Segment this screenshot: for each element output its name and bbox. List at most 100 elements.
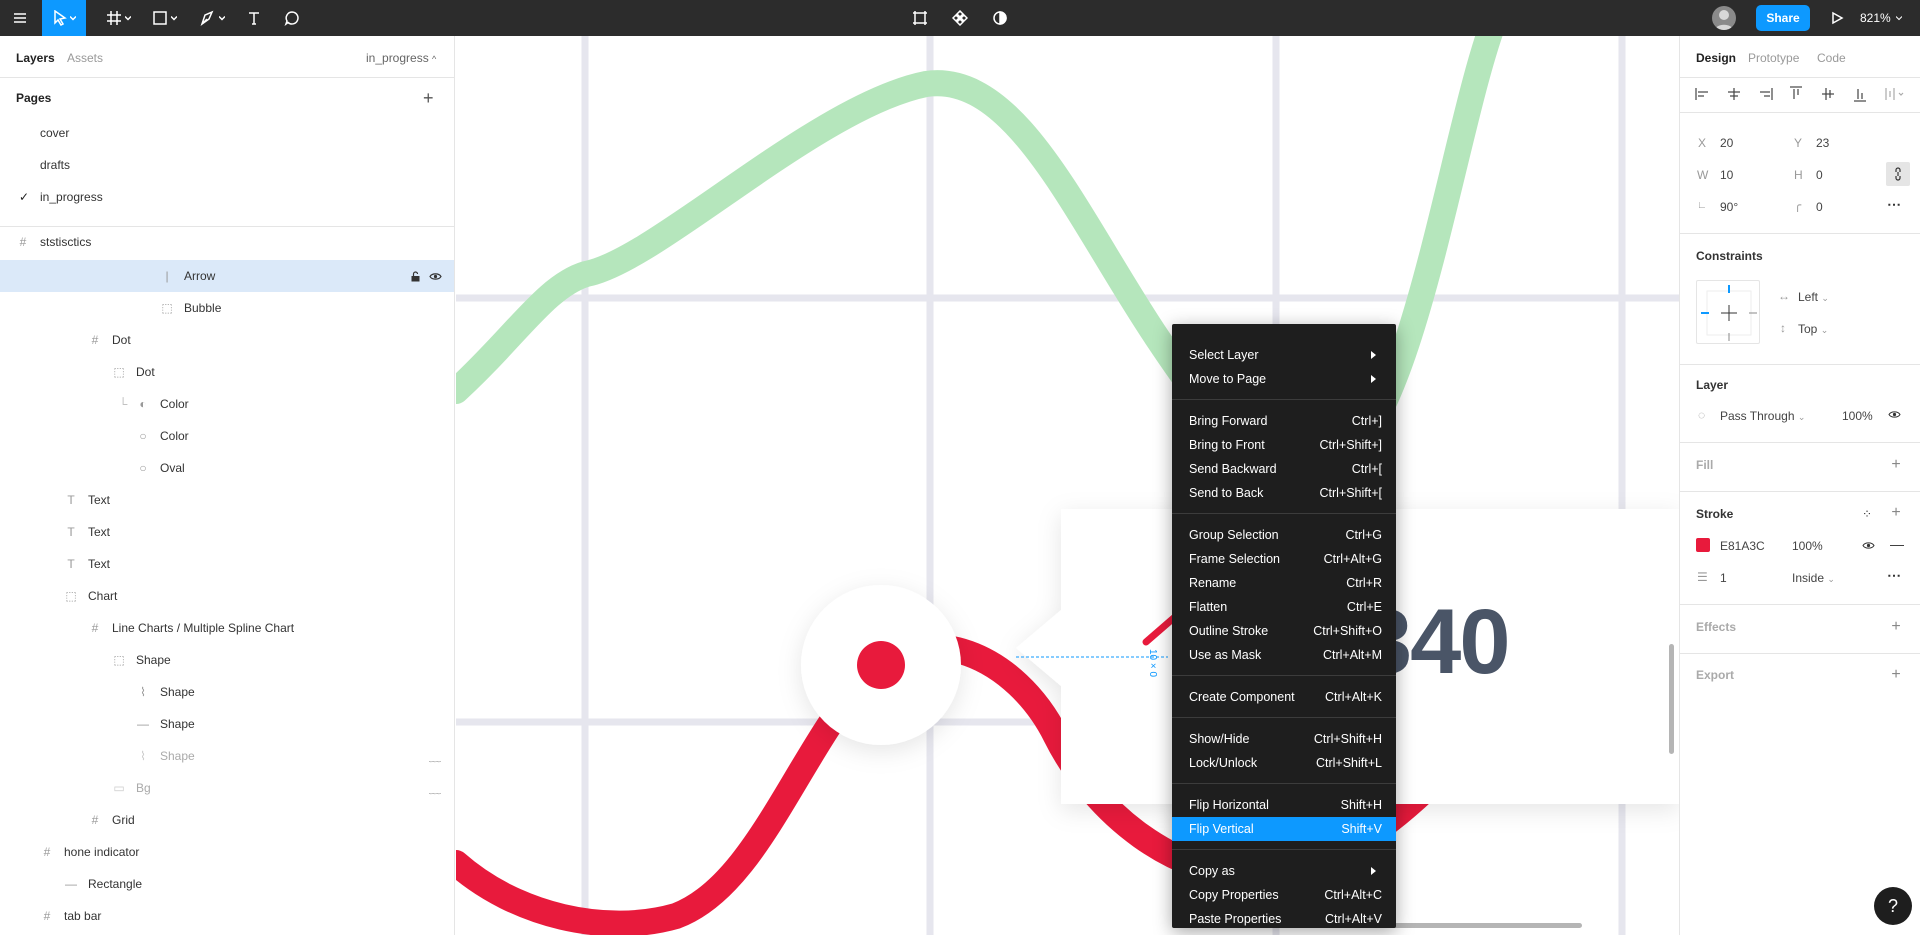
add-export-icon[interactable]: + <box>1889 667 1903 683</box>
eye-icon[interactable] <box>428 269 442 283</box>
current-page-selector[interactable]: in_progress ^ <box>366 51 436 65</box>
stroke-align-select[interactable]: Inside ⌄ <box>1792 571 1835 585</box>
vertical-scrollbar[interactable] <box>1669 644 1674 754</box>
frame-tool-button[interactable] <box>100 0 136 36</box>
layer-opacity-input[interactable]: 100% <box>1842 409 1873 423</box>
add-fill-icon[interactable]: + <box>1889 457 1903 473</box>
components-icon[interactable] <box>948 0 972 36</box>
menu-item-paste-properties[interactable]: Paste Properties Ctrl+Alt+V <box>1172 907 1396 931</box>
more-options-icon[interactable]: ⋯ <box>1887 196 1901 213</box>
layer-row[interactable]: # Dot <box>0 324 454 356</box>
menu-item-flatten[interactable]: Flatten Ctrl+E <box>1172 595 1396 619</box>
layer-row-hidden[interactable]: ⌇ Shape ﹏ <box>0 740 454 772</box>
menu-item-rename[interactable]: Rename Ctrl+R <box>1172 571 1396 595</box>
w-input[interactable]: 10 <box>1720 168 1733 182</box>
eye-icon[interactable] <box>1862 541 1875 550</box>
menu-item-use-as-mask[interactable]: Use as Mask Ctrl+Alt+M <box>1172 643 1396 667</box>
stroke-opacity-input[interactable]: 100% <box>1792 539 1823 553</box>
eye-icon[interactable] <box>1888 410 1901 419</box>
stroke-color-hex[interactable]: E81A3C <box>1720 539 1765 553</box>
unlock-icon[interactable] <box>408 269 422 283</box>
tab-prototype[interactable]: Prototype <box>1748 51 1799 65</box>
menu-item-copy-as[interactable]: Copy as <box>1172 859 1396 883</box>
present-play-icon[interactable] <box>1826 0 1848 36</box>
layer-row[interactable]: — Shape <box>0 708 454 740</box>
add-effect-icon[interactable]: + <box>1889 619 1903 635</box>
layer-row[interactable]: ○ Color <box>0 420 454 452</box>
tab-code[interactable]: Code <box>1817 51 1846 65</box>
menu-item-show-hide[interactable]: Show/Hide Ctrl+Shift+H <box>1172 727 1396 751</box>
stroke-weight-input[interactable]: 1 <box>1720 571 1727 585</box>
layer-row[interactable]: # Grid <box>0 804 454 836</box>
eye-closed-icon[interactable]: ﹏ <box>428 781 442 796</box>
menu-item-select-layer[interactable]: Select Layer <box>1172 343 1396 367</box>
horizontal-constraint-select[interactable]: Left ⌄ <box>1798 290 1829 304</box>
shape-tool-button[interactable] <box>146 0 182 36</box>
layer-row-hidden[interactable]: ▭ Bg ﹏ <box>0 772 454 804</box>
layer-row[interactable]: # Line Charts / Multiple Spline Chart <box>0 612 454 644</box>
page-item-cover[interactable]: cover <box>0 117 454 149</box>
eye-closed-icon[interactable]: ﹏ <box>428 749 442 764</box>
style-grid-icon[interactable]: ⁘ <box>1862 507 1872 521</box>
menu-item-bring-forward[interactable]: Bring Forward Ctrl+] <box>1172 409 1396 433</box>
layer-row[interactable]: T Text <box>0 484 454 516</box>
layer-row[interactable]: T Text <box>0 548 454 580</box>
menu-item-move-to-page[interactable]: Move to Page <box>1172 367 1396 391</box>
stroke-more-options-icon[interactable]: ⋯ <box>1887 567 1901 584</box>
layer-row[interactable]: ○ Oval <box>0 452 454 484</box>
menu-item-flip-horizontal[interactable]: Flip Horizontal Shift+H <box>1172 793 1396 817</box>
menu-item-flip-vertical[interactable]: Flip Vertical Shift+V <box>1172 817 1396 841</box>
h-input[interactable]: 0 <box>1816 168 1823 182</box>
layer-row[interactable]: T Text <box>0 516 454 548</box>
artboard-frame[interactable]: 10 × 0 340 <box>456 36 1679 935</box>
menu-item-send-to-back[interactable]: Send to Back Ctrl+Shift+[ <box>1172 481 1396 505</box>
layer-row[interactable]: # hone indicator <box>0 836 454 868</box>
add-stroke-icon[interactable]: + <box>1889 505 1903 521</box>
zoom-level[interactable]: 821% <box>1860 0 1902 36</box>
corner-radius-input[interactable]: 0 <box>1816 200 1823 214</box>
y-input[interactable]: 23 <box>1816 136 1829 150</box>
tab-assets[interactable]: Assets <box>67 51 103 65</box>
move-tool-button[interactable] <box>42 0 86 36</box>
x-input[interactable]: 20 <box>1720 136 1733 150</box>
text-tool-button[interactable] <box>242 0 266 36</box>
menu-item-outline-stroke[interactable]: Outline Stroke Ctrl+Shift+O <box>1172 619 1396 643</box>
page-item-drafts[interactable]: drafts <box>0 149 454 181</box>
help-button[interactable]: ? <box>1874 887 1912 925</box>
layer-row[interactable]: — Rectangle <box>0 868 454 900</box>
menu-item-send-backward[interactable]: Send Backward Ctrl+[ <box>1172 457 1396 481</box>
remove-stroke-icon[interactable]: — <box>1890 536 1904 552</box>
rotation-input[interactable]: 90° <box>1720 200 1738 214</box>
contrast-icon[interactable] <box>988 0 1012 36</box>
layer-row[interactable]: # tab bar <box>0 900 454 932</box>
layer-row[interactable]: ⬚ Dot <box>0 356 454 388</box>
menu-item-copy-properties[interactable]: Copy Properties Ctrl+Alt+C <box>1172 883 1396 907</box>
comment-tool-button[interactable] <box>280 0 304 36</box>
menu-item-create-component[interactable]: Create Component Ctrl+Alt+K <box>1172 685 1396 709</box>
crop-frame-icon[interactable] <box>908 0 932 36</box>
constrain-proportions-icon[interactable] <box>1886 162 1910 186</box>
layer-row-selected[interactable]: | Arrow <box>0 260 454 292</box>
pen-tool-button[interactable] <box>194 0 230 36</box>
layer-row[interactable]: ⬚ Shape <box>0 644 454 676</box>
design-canvas[interactable]: 10 × 0 340 <box>456 36 1679 935</box>
menu-item-bring-to-front[interactable]: Bring to Front Ctrl+Shift+] <box>1172 433 1396 457</box>
stroke-color-swatch[interactable] <box>1696 538 1710 552</box>
constraint-widget[interactable] <box>1696 280 1760 344</box>
vertical-constraint-select[interactable]: Top ⌄ <box>1798 322 1828 336</box>
page-item-in-progress[interactable]: ✓ in_progress <box>0 181 454 213</box>
layer-row[interactable]: ⬚ Bubble <box>0 292 454 324</box>
menu-item-group-selection[interactable]: Group Selection Ctrl+G <box>1172 523 1396 547</box>
menu-item-lock-unlock[interactable]: Lock/Unlock Ctrl+Shift+L <box>1172 751 1396 775</box>
tab-design[interactable]: Design <box>1696 51 1736 65</box>
alignment-toolbar[interactable] <box>1694 84 1914 104</box>
horizontal-scrollbar[interactable] <box>1376 923 1582 928</box>
blend-mode-select[interactable]: Pass Through ⌄ <box>1720 409 1805 423</box>
layer-row[interactable]: ⬚ Chart <box>0 580 454 612</box>
menu-item-frame-selection[interactable]: Frame Selection Ctrl+Alt+G <box>1172 547 1396 571</box>
avatar[interactable] <box>1712 6 1736 30</box>
tab-layers[interactable]: Layers <box>16 51 55 65</box>
add-page-icon[interactable]: + <box>423 89 434 107</box>
layer-row[interactable]: ⌇ Shape <box>0 676 454 708</box>
layer-row[interactable]: └ ◐ Color <box>0 388 454 420</box>
